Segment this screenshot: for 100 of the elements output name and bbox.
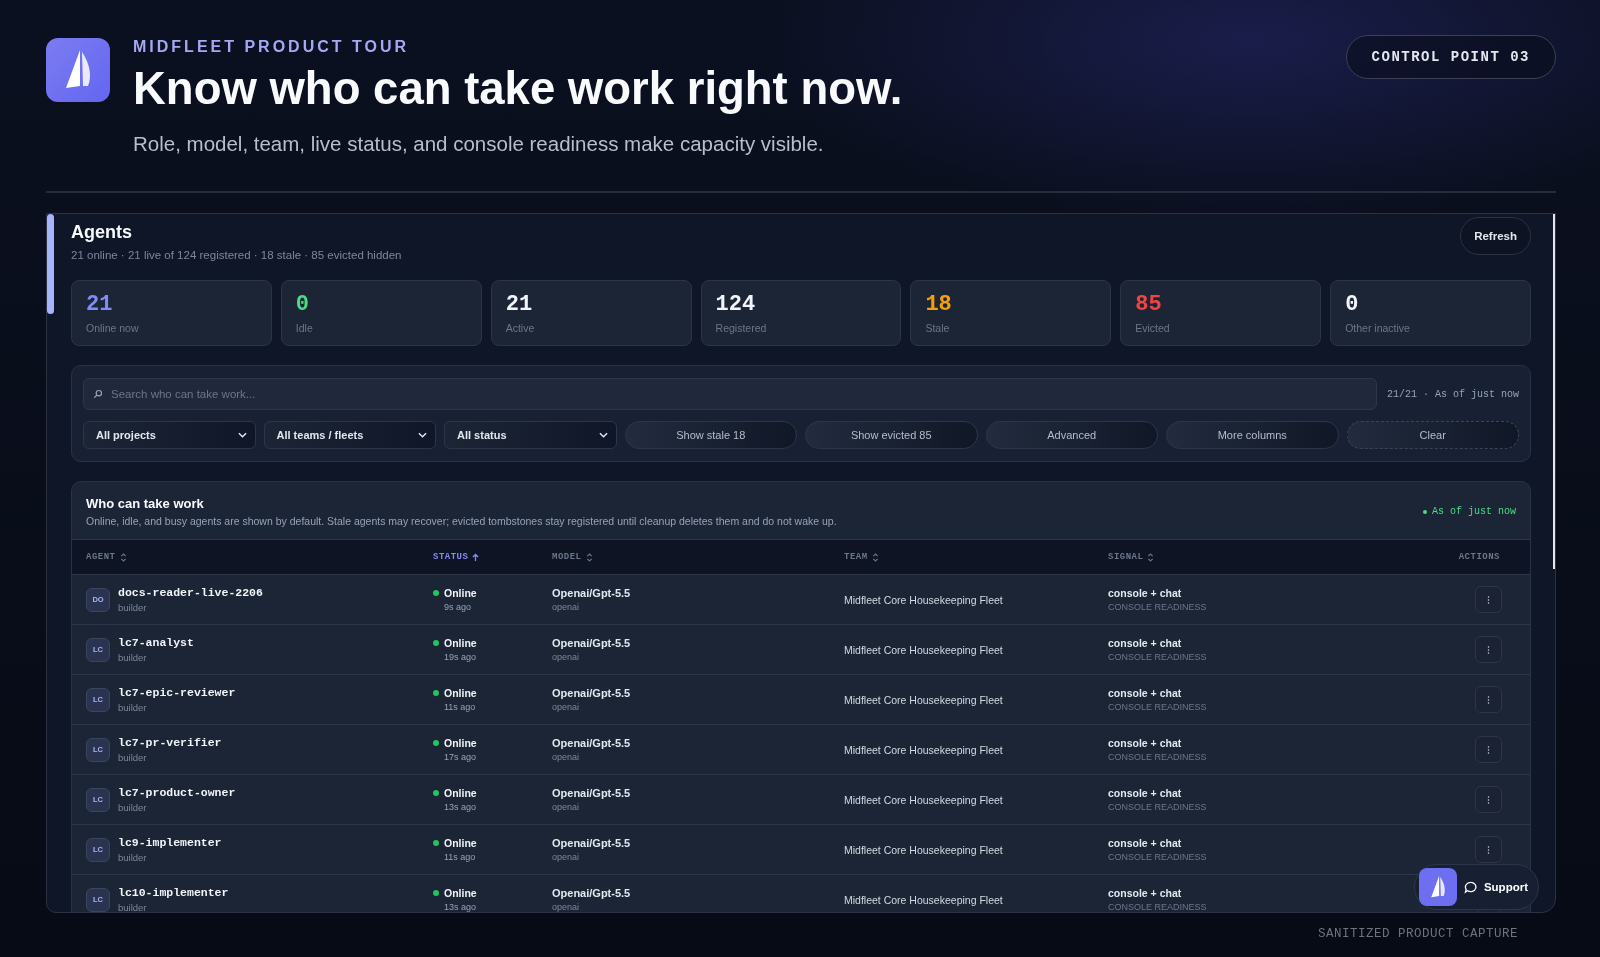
more-actions-button[interactable] — [1475, 836, 1502, 863]
model-name: Openai/Gpt-5.5 — [552, 687, 631, 699]
signal-note: CONSOLE READINESS — [1108, 852, 1207, 862]
stat-label: Active — [505, 322, 536, 334]
support-button[interactable]: Support — [1413, 864, 1539, 910]
filter-dropdown[interactable]: All teams / fleets — [263, 421, 436, 449]
last-seen: 11s ago — [443, 852, 477, 862]
model-name: Openai/Gpt-5.5 — [552, 837, 631, 849]
stat-value: 124 — [715, 293, 757, 317]
table-description: Online, idle, and busy agents are shown by default. Stale agents may recover; evicted tombstones stay registered until cleanup deletes them and do not wake up. — [86, 515, 837, 527]
stat-label: Stale — [925, 322, 951, 334]
sort-icon — [585, 552, 593, 562]
column-header[interactable]: MODEL — [552, 552, 844, 562]
signal-value: console + chat — [1108, 887, 1183, 899]
sort-icon — [119, 552, 127, 562]
filter-dropdown[interactable]: All projects — [83, 421, 256, 449]
status-text: Online — [444, 587, 477, 599]
chevron-down-icon — [237, 432, 247, 438]
signal-note: CONSOLE READINESS — [1108, 702, 1207, 712]
signal-note: CONSOLE READINESS — [1108, 652, 1207, 662]
model-name: Openai/Gpt-5.5 — [552, 737, 631, 749]
page-subtitle: Role, model, team, live status, and console readiness make capacity visible. — [133, 132, 825, 157]
model-provider: openai — [552, 602, 581, 612]
model-provider: openai — [552, 852, 581, 862]
team-name: Midfleet Core Housekeeping Fleet — [844, 593, 1003, 606]
agent-name[interactable]: lc7-analyst — [118, 636, 194, 649]
stat-label: Evicted — [1135, 322, 1171, 334]
model-name: Openai/Gpt-5.5 — [552, 637, 631, 649]
model-name: Openai/Gpt-5.5 — [552, 587, 631, 599]
stat-value: 21 — [505, 293, 534, 317]
stat-value: 85 — [1135, 293, 1163, 317]
status-text: Online — [444, 737, 477, 749]
filter-dropdown[interactable]: All status — [444, 421, 617, 449]
model-provider: openai — [552, 752, 581, 762]
agent-role: builder — [118, 702, 148, 713]
team-name: Midfleet Core Housekeeping Fleet — [844, 793, 1003, 806]
stat-label: Other inactive — [1345, 322, 1411, 334]
column-header[interactable]: STATUS — [433, 552, 552, 562]
filter-button[interactable]: Clear — [1346, 421, 1519, 449]
agent-role: builder — [118, 802, 148, 813]
agent-role: builder — [118, 652, 148, 663]
stat-value: 18 — [925, 293, 953, 317]
status-text: Online — [444, 637, 477, 649]
agent-name[interactable]: lc7-product-owner — [118, 786, 236, 799]
filter-button[interactable]: Show evicted 85 — [805, 421, 978, 449]
sort-icon — [871, 552, 879, 562]
agent-role: builder — [118, 902, 148, 912]
result-count: 21/21 · As of just now — [1386, 388, 1519, 400]
refresh-button[interactable]: Refresh — [1460, 217, 1531, 255]
more-actions-button[interactable] — [1475, 786, 1502, 813]
last-seen: 17s ago — [443, 752, 477, 762]
page-title: Know who can take work right now. — [133, 64, 904, 115]
sort-ascending-icon — [472, 552, 480, 562]
model-name: Openai/Gpt-5.5 — [552, 887, 631, 899]
more-actions-button[interactable] — [1475, 586, 1502, 613]
stat-value: 0 — [1345, 293, 1360, 317]
sort-icon — [1147, 552, 1155, 562]
column-header: ACTIONS — [1457, 552, 1501, 562]
column-header[interactable]: TEAM — [844, 552, 1108, 562]
agent-name[interactable]: lc7-pr-verifier — [118, 736, 222, 749]
model-provider: openai — [552, 702, 581, 712]
agent-role: builder — [118, 852, 148, 863]
signal-value: console + chat — [1108, 687, 1183, 699]
last-seen: 19s ago — [443, 652, 477, 662]
scrollbar-thumb[interactable] — [1553, 214, 1555, 569]
column-header[interactable]: AGENT — [86, 552, 433, 562]
signal-value: console + chat — [1108, 637, 1183, 649]
agent-name[interactable]: lc9-implementer — [118, 836, 222, 849]
freshness-indicator: As of just now — [1423, 506, 1516, 517]
agent-name[interactable]: lc7-epic-reviewer — [118, 686, 236, 699]
filter-button[interactable]: Advanced — [985, 421, 1158, 449]
agent-name[interactable]: docs-reader-live-2206 — [118, 586, 263, 599]
model-provider: openai — [552, 802, 581, 812]
agent-role: builder — [118, 602, 148, 613]
more-actions-button[interactable] — [1475, 736, 1502, 763]
capture-note: SANITIZED PRODUCT CAPTURE — [1317, 927, 1518, 941]
model-provider: openai — [552, 652, 581, 662]
stat-value: 21 — [86, 293, 114, 317]
team-name: Midfleet Core Housekeeping Fleet — [844, 843, 1003, 856]
more-vertical-icon — [1487, 744, 1490, 755]
search-icon — [93, 389, 103, 399]
more-vertical-icon — [1487, 844, 1490, 855]
last-seen: 11s ago — [443, 702, 477, 712]
signal-value: console + chat — [1108, 837, 1183, 849]
signal-note: CONSOLE READINESS — [1108, 752, 1207, 762]
more-vertical-icon — [1487, 794, 1490, 805]
filter-button[interactable]: More columns — [1166, 421, 1339, 449]
search-field[interactable]: Search who can take work... — [83, 378, 1377, 410]
more-actions-button[interactable] — [1475, 686, 1502, 713]
filter-button[interactable]: Show stale 18 — [624, 421, 797, 449]
sail-logo-icon — [1418, 868, 1457, 906]
signal-note: CONSOLE READINESS — [1108, 902, 1207, 912]
agent-name[interactable]: lc10-implementer — [118, 886, 229, 899]
column-header[interactable]: SIGNAL — [1108, 552, 1436, 562]
more-actions-button[interactable] — [1475, 636, 1502, 663]
model-provider: openai — [552, 902, 581, 912]
signal-note: CONSOLE READINESS — [1108, 802, 1207, 812]
more-vertical-icon — [1487, 694, 1490, 705]
signal-value: console + chat — [1108, 587, 1183, 599]
last-seen: 13s ago — [443, 902, 477, 912]
